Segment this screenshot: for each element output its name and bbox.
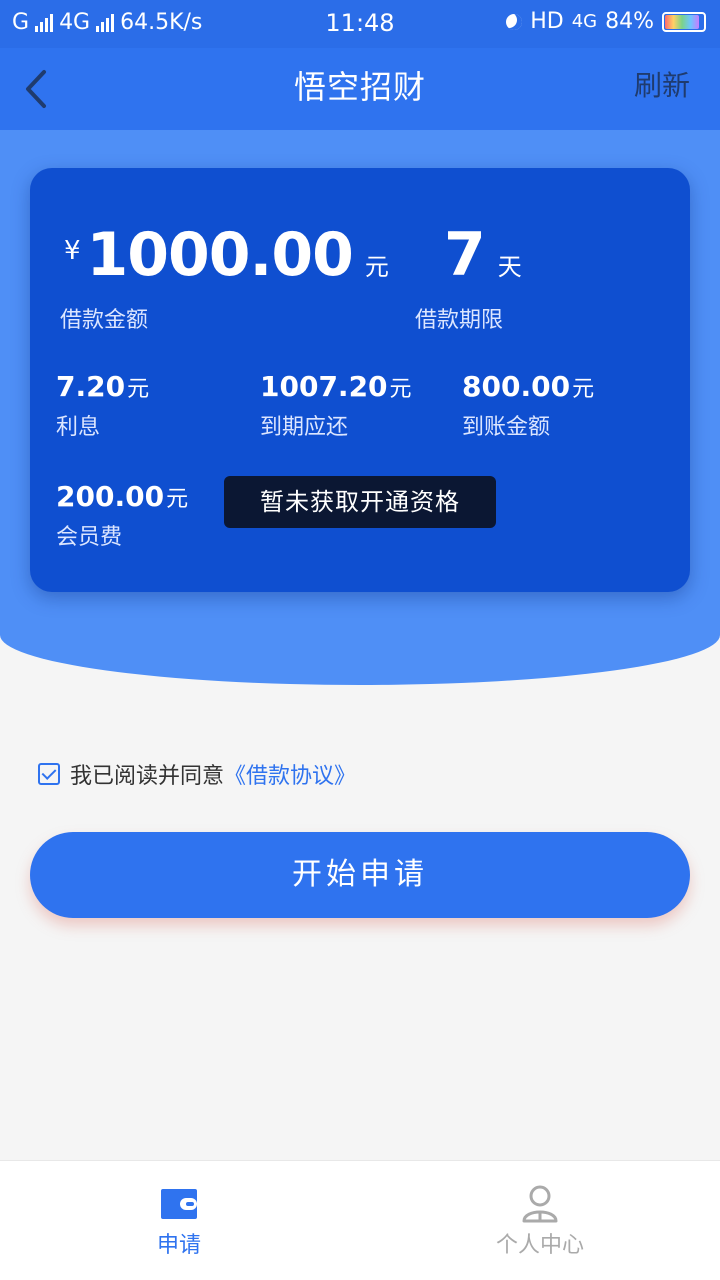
term-unit: 天	[497, 253, 522, 281]
stat-due-amount: 1007.20元 到期应还	[260, 370, 412, 441]
fee-label: 会员费	[56, 525, 123, 550]
stat-interest: 7.20元 利息	[56, 370, 149, 441]
start-apply-button[interactable]: 开始申请	[30, 832, 690, 918]
interest-value: 7.20	[56, 370, 126, 403]
battery-icon	[662, 11, 706, 32]
fee-value: 200.00	[56, 480, 165, 513]
amount-label: 借款金额	[60, 308, 149, 333]
fee-unit: 元	[166, 487, 189, 512]
eligibility-toast: 暂未获取开通资格	[224, 476, 496, 528]
agreement-text: 我已阅读并同意	[70, 764, 225, 789]
status-right: HD 4G 84%	[506, 9, 706, 34]
wallet-icon	[161, 1189, 197, 1219]
user-icon	[522, 1185, 558, 1223]
interest-unit: 元	[127, 377, 150, 402]
loan-card: ¥ 1000.00 元 借款金额 7 天 借款期限 7.20元 利息 1007.…	[30, 168, 690, 592]
interest-label: 利息	[56, 415, 101, 440]
tab-apply[interactable]: 申请	[0, 1161, 360, 1280]
loan-amount: ¥ 1000.00 元	[64, 220, 389, 290]
term-label: 借款期限	[415, 308, 504, 333]
nav-bar: 悟空招财 刷新	[0, 48, 720, 130]
due-label: 到期应还	[260, 415, 349, 440]
tab-bar: 申请 个人中心	[0, 1160, 720, 1280]
hd-label: HD	[530, 9, 564, 34]
network2-label: 4G	[571, 11, 598, 32]
received-unit: 元	[572, 377, 595, 402]
page-title: 悟空招财	[293, 68, 426, 106]
amount-value: 1000.00	[86, 220, 354, 290]
loan-term: 7 天	[444, 220, 522, 290]
stat-received-amount: 800.00元 到账金额	[462, 370, 594, 441]
currency-symbol: ¥	[64, 236, 81, 266]
moon-icon	[506, 13, 523, 30]
amount-unit: 元	[364, 253, 389, 281]
due-unit: 元	[389, 377, 412, 402]
tab-apply-label: 申请	[156, 1233, 201, 1258]
received-value: 800.00	[462, 370, 571, 403]
agreement-row: 我已阅读并同意 《借款协议》	[38, 758, 356, 790]
refresh-button[interactable]: 刷新	[634, 64, 690, 104]
battery-percent: 84%	[605, 9, 654, 34]
received-label: 到账金额	[462, 415, 551, 440]
stat-membership-fee: 200.00元 会员费	[56, 480, 188, 551]
status-bar: G 4G 64.5K/s 11:48 HD 4G 84%	[0, 0, 720, 48]
term-value: 7	[444, 220, 486, 290]
agreement-link[interactable]: 《借款协议》	[224, 758, 356, 790]
tab-profile-label: 个人中心	[495, 1233, 584, 1258]
agreement-checkbox[interactable]	[38, 763, 60, 785]
due-value: 1007.20	[260, 370, 388, 403]
tab-profile[interactable]: 个人中心	[360, 1161, 720, 1280]
